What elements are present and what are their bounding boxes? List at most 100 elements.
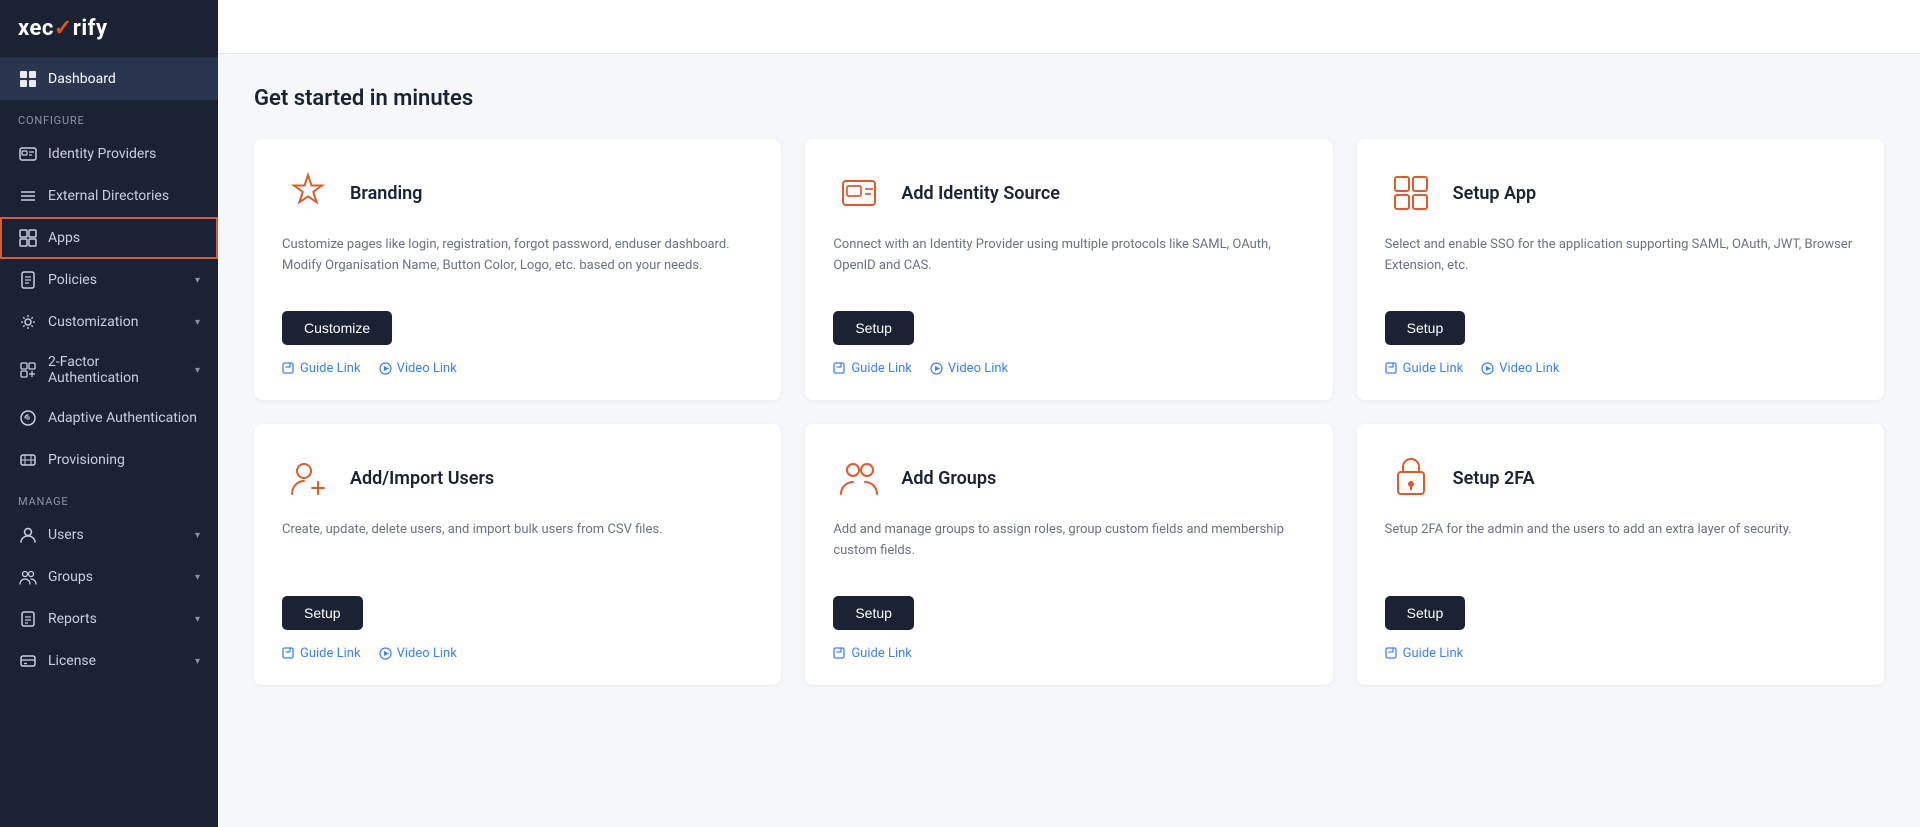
card-description: Customize pages like login, registration… xyxy=(282,235,753,291)
card-title: Add Identity Source xyxy=(901,183,1060,204)
card-links: Guide Link Video Link xyxy=(1385,361,1856,376)
sidebar-item-external-directories[interactable]: External Directories xyxy=(0,175,218,217)
chevron-down-icon: ▾ xyxy=(195,572,200,583)
sidebar-item-label: Dashboard xyxy=(48,71,116,87)
configure-label: Configure xyxy=(0,100,218,133)
sidebar-item-label: Reports xyxy=(48,611,97,627)
setup-button[interactable]: Setup xyxy=(282,596,363,630)
sidebar-item-provisioning[interactable]: Provisioning xyxy=(0,439,218,481)
card-header: Setup 2FA xyxy=(1385,452,1856,504)
sidebar-item-policies[interactable]: Policies ▾ xyxy=(0,259,218,301)
card-title: Add Groups xyxy=(901,468,996,489)
card-header: Branding xyxy=(282,167,753,219)
chevron-down-icon: ▾ xyxy=(195,275,200,286)
setup-button[interactable]: Setup xyxy=(833,311,914,345)
card-setup-app: Setup App Select and enable SSO for the … xyxy=(1357,139,1884,400)
reports-icon xyxy=(18,609,38,629)
sidebar-item-label: Adaptive Authentication xyxy=(48,410,197,426)
sidebar-item-label: Apps xyxy=(48,230,80,246)
list-icon xyxy=(18,186,38,206)
card-title: Setup App xyxy=(1453,183,1536,204)
sidebar-item-label: Users xyxy=(48,527,84,543)
card-description: Connect with an Identity Provider using … xyxy=(833,235,1304,291)
card-header: Setup App xyxy=(1385,167,1856,219)
setup-button[interactable]: Setup xyxy=(1385,311,1466,345)
branding-icon xyxy=(282,167,334,219)
sidebar-item-label: License xyxy=(48,653,96,669)
logo-checkmark: ✓ xyxy=(54,16,73,41)
add-users-icon xyxy=(282,452,334,504)
setup-app-icon xyxy=(1385,167,1437,219)
video-link[interactable]: Video Link xyxy=(379,361,457,376)
identity-source-icon xyxy=(833,167,885,219)
video-link[interactable]: Video Link xyxy=(1481,361,1559,376)
guide-link[interactable]: Guide Link xyxy=(282,361,361,376)
card-add-identity-source: Add Identity Source Connect with an Iden… xyxy=(805,139,1332,400)
sidebar-item-adaptive-auth[interactable]: Adaptive Authentication xyxy=(0,397,218,439)
license-icon xyxy=(18,651,38,671)
sidebar-item-label: Provisioning xyxy=(48,452,125,468)
cards-grid: Branding Customize pages like login, reg… xyxy=(254,139,1884,685)
chevron-down-icon: ▾ xyxy=(195,317,200,328)
sidebar-item-users[interactable]: Users ▾ xyxy=(0,514,218,556)
sidebar-item-label: 2-Factor Authentication xyxy=(48,354,185,386)
sidebar-item-reports[interactable]: Reports ▾ xyxy=(0,598,218,640)
chevron-down-icon: ▾ xyxy=(195,614,200,625)
chevron-down-icon: ▾ xyxy=(195,365,200,376)
groups-icon xyxy=(18,567,38,587)
card-setup-2fa: Setup 2FA Setup 2FA for the admin and th… xyxy=(1357,424,1884,685)
sidebar-item-identity-providers[interactable]: Identity Providers xyxy=(0,133,218,175)
setup-2fa-icon xyxy=(1385,452,1437,504)
video-link[interactable]: Video Link xyxy=(930,361,1008,376)
logo-text: xec✓rify xyxy=(18,16,200,41)
guide-link[interactable]: Guide Link xyxy=(1385,646,1464,661)
sidebar-item-customization[interactable]: Customization ▾ xyxy=(0,301,218,343)
custom-icon xyxy=(18,312,38,332)
card-links: Guide Link Video Link xyxy=(282,361,753,376)
card-description: Add and manage groups to assign roles, g… xyxy=(833,520,1304,576)
card-header: Add Identity Source xyxy=(833,167,1304,219)
card-title: Setup 2FA xyxy=(1453,468,1535,489)
customize-button[interactable]: Customize xyxy=(282,311,392,345)
sidebar-item-dashboard[interactable]: Dashboard xyxy=(0,58,218,100)
adaptive-icon xyxy=(18,408,38,428)
chevron-down-icon: ▾ xyxy=(195,656,200,667)
card-links: Guide Link Video Link xyxy=(833,361,1304,376)
guide-link[interactable]: Guide Link xyxy=(282,646,361,661)
video-link[interactable]: Video Link xyxy=(379,646,457,661)
guide-link[interactable]: Guide Link xyxy=(833,646,912,661)
sidebar-item-label: Groups xyxy=(48,569,93,585)
card-links: Guide Link xyxy=(1385,646,1856,661)
grid-icon xyxy=(18,69,38,89)
sidebar-item-apps[interactable]: Apps xyxy=(0,217,218,259)
setup-button[interactable]: Setup xyxy=(833,596,914,630)
card-header: Add Groups xyxy=(833,452,1304,504)
card-description: Setup 2FA for the admin and the users to… xyxy=(1385,520,1856,576)
chevron-down-icon: ▾ xyxy=(195,530,200,541)
sidebar-item-groups[interactable]: Groups ▾ xyxy=(0,556,218,598)
apps-icon xyxy=(18,228,38,248)
prov-icon xyxy=(18,450,38,470)
setup-button[interactable]: Setup xyxy=(1385,596,1466,630)
user-nav-icon xyxy=(18,525,38,545)
page-title: Get started in minutes xyxy=(254,86,1884,111)
card-title: Branding xyxy=(350,183,422,204)
sidebar-item-label: Customization xyxy=(48,314,138,330)
id-icon xyxy=(18,144,38,164)
card-links: Guide Link xyxy=(833,646,1304,661)
topbar xyxy=(218,0,1920,54)
card-description: Select and enable SSO for the applicatio… xyxy=(1385,235,1856,291)
guide-link[interactable]: Guide Link xyxy=(1385,361,1464,376)
guide-link[interactable]: Guide Link xyxy=(833,361,912,376)
manage-label: Manage xyxy=(0,481,218,514)
add-groups-icon xyxy=(833,452,885,504)
logo: xec✓rify xyxy=(0,0,218,58)
sidebar-item-license[interactable]: License ▾ xyxy=(0,640,218,682)
main-content: Get started in minutes Branding Customiz… xyxy=(218,54,1920,827)
card-header: Add/Import Users xyxy=(282,452,753,504)
sidebar-item-label: External Directories xyxy=(48,188,169,204)
sidebar: xec✓rify Dashboard Configure Identity Pr… xyxy=(0,0,218,827)
card-description: Create, update, delete users, and import… xyxy=(282,520,753,576)
2fa-icon xyxy=(18,360,38,380)
sidebar-item-2fa[interactable]: 2-Factor Authentication ▾ xyxy=(0,343,218,397)
